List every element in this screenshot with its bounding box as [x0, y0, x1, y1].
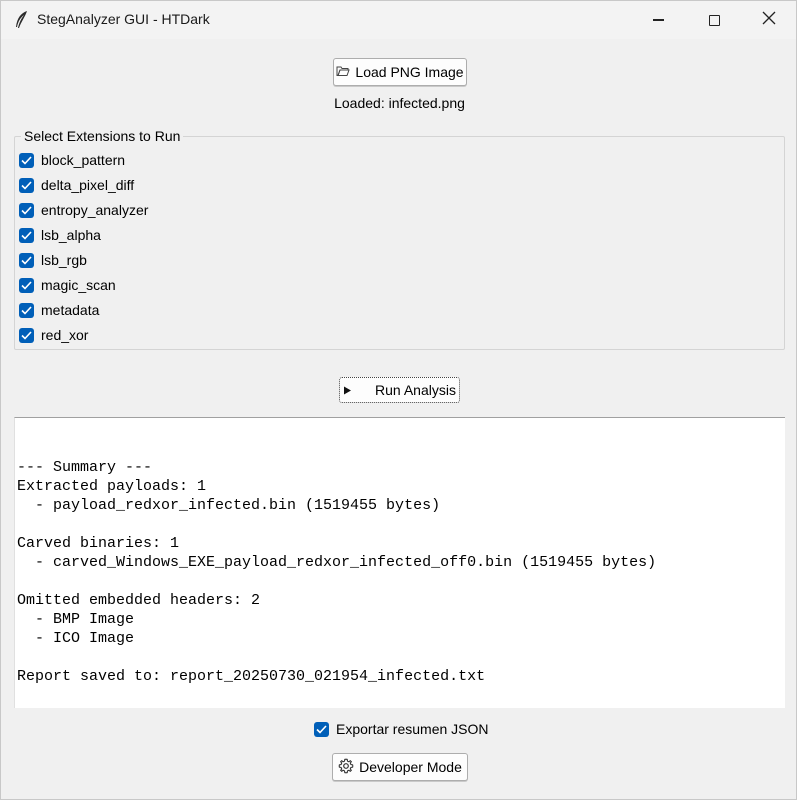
extension-label: delta_pixel_diff	[41, 177, 135, 193]
output-line: - carved_Windows_EXE_payload_redxor_infe…	[17, 554, 657, 571]
output-line: - ICO Image	[17, 630, 135, 647]
close-button[interactable]	[741, 1, 797, 39]
checkbox-checked-icon[interactable]	[19, 252, 34, 268]
app-window: StegAnalyzer GUI - HTDark Load PNG Image…	[0, 0, 797, 800]
play-triangle-icon	[343, 382, 352, 398]
extension-checkbox-lsb-alpha[interactable]: lsb_alpha	[19, 225, 101, 245]
feather-icon	[13, 10, 29, 30]
run-analysis-label: Run Analysis	[375, 382, 456, 398]
extension-label: magic_scan	[41, 277, 116, 293]
extension-label: red_xor	[41, 327, 89, 343]
extensions-group	[14, 136, 785, 350]
extension-label: entropy_analyzer	[41, 202, 149, 218]
maximize-button[interactable]	[686, 1, 742, 39]
export-json-checkbox[interactable]: Exportar resumen JSON	[314, 719, 489, 739]
close-icon	[762, 11, 776, 30]
extension-label: metadata	[41, 302, 100, 318]
export-json-label: Exportar resumen JSON	[336, 721, 489, 737]
extensions-group-title: Select Extensions to Run	[21, 128, 184, 144]
extension-checkbox-entropy-analyzer[interactable]: entropy_analyzer	[19, 200, 148, 220]
output-line: - payload_redxor_infected.bin (1519455 b…	[17, 497, 441, 514]
folder-open-icon	[336, 64, 351, 80]
checkbox-checked-icon[interactable]	[19, 227, 34, 243]
maximize-icon	[708, 14, 720, 26]
output-line: Extracted payloads: 1	[17, 478, 207, 495]
checkbox-checked-icon[interactable]	[19, 327, 34, 343]
load-png-button[interactable]: Load PNG Image	[333, 58, 467, 86]
output-line: Carved binaries: 1	[17, 535, 180, 552]
extension-checkbox-red-xor[interactable]: red_xor	[19, 325, 88, 345]
output-line: Omitted embedded headers: 2	[17, 592, 261, 609]
output-line: --- Summary ---	[17, 459, 153, 476]
window-title: StegAnalyzer GUI - HTDark	[37, 11, 210, 27]
extension-label: lsb_alpha	[41, 227, 101, 243]
run-analysis-button[interactable]: Run Analysis	[339, 377, 460, 403]
checkbox-checked-icon[interactable]	[19, 152, 34, 168]
checkbox-checked-icon[interactable]	[314, 721, 329, 737]
developer-mode-label: Developer Mode	[359, 759, 462, 775]
checkbox-checked-icon[interactable]	[19, 277, 34, 293]
output-text-area[interactable]: --- Summary --- Extracted payloads: 1 - …	[14, 417, 785, 708]
output-line: Report saved to: report_20250730_021954_…	[17, 668, 486, 685]
gear-icon	[338, 758, 354, 777]
title-bar[interactable]: StegAnalyzer GUI - HTDark	[1, 1, 796, 39]
output-line: - BMP Image	[17, 611, 135, 628]
minimize-icon	[652, 19, 664, 21]
extension-label: block_pattern	[41, 152, 126, 168]
checkbox-checked-icon[interactable]	[19, 202, 34, 218]
extension-checkbox-magic-scan[interactable]: magic_scan	[19, 275, 116, 295]
extension-checkbox-delta-pixel-diff[interactable]: delta_pixel_diff	[19, 175, 134, 195]
checkbox-checked-icon[interactable]	[19, 177, 34, 193]
extension-checkbox-block-pattern[interactable]: block_pattern	[19, 150, 125, 170]
checkbox-checked-icon[interactable]	[19, 302, 34, 318]
extension-checkbox-lsb-rgb[interactable]: lsb_rgb	[19, 250, 87, 270]
developer-mode-button[interactable]: Developer Mode	[332, 753, 468, 781]
extension-label: lsb_rgb	[41, 252, 87, 268]
loaded-file-label: Loaded: infected.png	[334, 95, 465, 111]
load-png-label: Load PNG Image	[355, 64, 464, 80]
extension-checkbox-metadata[interactable]: metadata	[19, 300, 99, 320]
minimize-button[interactable]	[630, 1, 686, 39]
